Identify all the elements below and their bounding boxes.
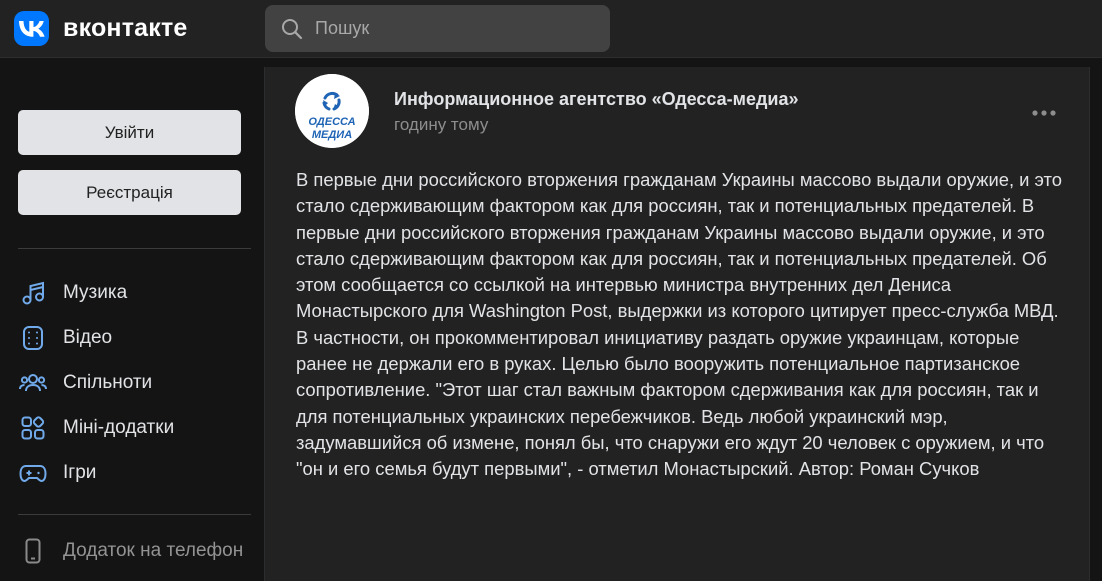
sidebar-item-communities[interactable]: Спільноти [18,368,152,398]
sidebar-item-games[interactable]: Ігри [18,458,96,488]
more-options-icon[interactable] [1031,105,1057,116]
search-input[interactable]: Пошук [265,5,610,52]
left-sidebar: Увійти Реєстрація Музика Відео Спільноти… [0,67,264,581]
register-button[interactable]: Реєстрація [18,170,241,215]
post-author-name[interactable]: Информационное агентство «Одесса-медиа» [394,89,799,110]
communities-icon [18,368,48,398]
author-avatar[interactable]: ОДЕССА МЕДИА [295,74,369,148]
sidebar-item-label: Відео [63,327,113,348]
post-timestamp[interactable]: годину тому [394,115,488,135]
phone-icon [18,536,48,566]
post-card: ОДЕССА МЕДИА Информационное агентство «О… [264,67,1090,581]
search-icon [279,16,305,42]
mini-apps-icon [18,413,48,443]
odessa-media-logo: ОДЕССА МЕДИА [295,74,369,148]
top-header: вконтакте Пошук [0,0,1102,58]
sidebar-item-label: Музика [63,282,128,303]
sidebar-item-label: Додаток на телефон [63,540,244,561]
music-icon [18,278,48,308]
vk-logo-icon [14,11,49,46]
sidebar-item-label: Міні-додатки [63,417,175,438]
post-body-text: В первые дни российского вторжения гражд… [296,169,1062,480]
sidebar-item-phone-app[interactable]: Додаток на телефон [18,536,243,566]
logo-text: вконтакте [63,14,188,42]
sidebar-divider [18,514,251,515]
search-placeholder: Пошук [315,18,370,38]
sidebar-item-mini-apps[interactable]: Міні-додатки [18,413,174,443]
login-button[interactable]: Увійти [18,110,241,155]
games-icon [18,458,48,488]
avatar-logo-text-top: ОДЕССА [308,116,355,128]
avatar-logo-text-bottom: МЕДИА [312,129,352,141]
sidebar-item-label: Спільноти [63,372,153,393]
vk-logo[interactable]: вконтакте [14,11,188,46]
sidebar-item-label: Ігри [63,462,97,483]
video-icon [18,323,48,353]
sidebar-item-video[interactable]: Відео [18,323,112,353]
sidebar-item-music[interactable]: Музика [18,278,127,308]
sidebar-divider [18,248,251,249]
